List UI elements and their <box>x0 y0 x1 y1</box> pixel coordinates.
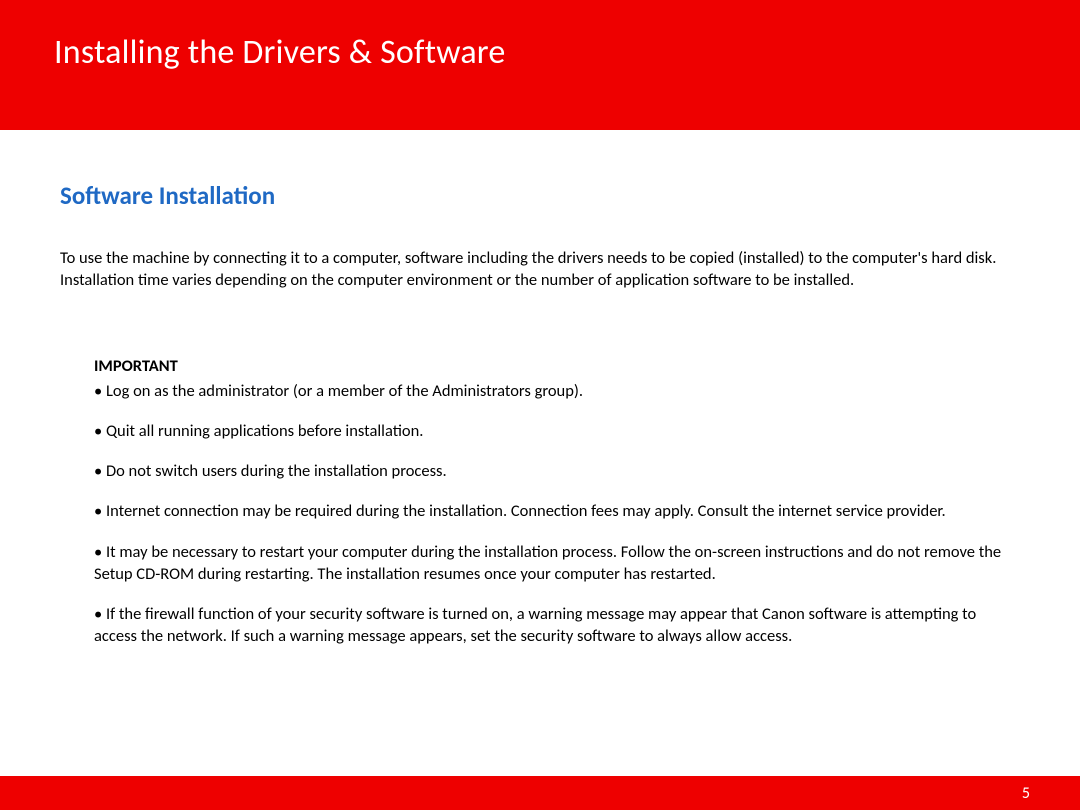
page-title: Installing the Drivers & Software <box>54 32 1080 73</box>
page-header: Installing the Drivers & Software <box>0 0 1080 130</box>
page-content: Software Installation To use the machine… <box>0 130 1080 648</box>
page-footer: 5 <box>0 776 1080 810</box>
page-number: 5 <box>1022 784 1030 803</box>
section-intro: To use the machine by connecting it to a… <box>60 247 1020 292</box>
important-block: IMPORTANT • Log on as the administrator … <box>60 356 1020 648</box>
list-item: • If the firewall function of your secur… <box>94 603 1010 648</box>
list-item: • Do not switch users during the install… <box>94 460 1010 482</box>
list-item: • Log on as the administrator (or a memb… <box>94 380 1010 402</box>
list-item: • It may be necessary to restart your co… <box>94 541 1010 586</box>
list-item: • Quit all running applications before i… <box>94 420 1010 442</box>
important-label: IMPORTANT <box>94 356 1010 376</box>
section-title: Software Installation <box>60 180 1020 211</box>
list-item: • Internet connection may be required du… <box>94 500 1010 522</box>
